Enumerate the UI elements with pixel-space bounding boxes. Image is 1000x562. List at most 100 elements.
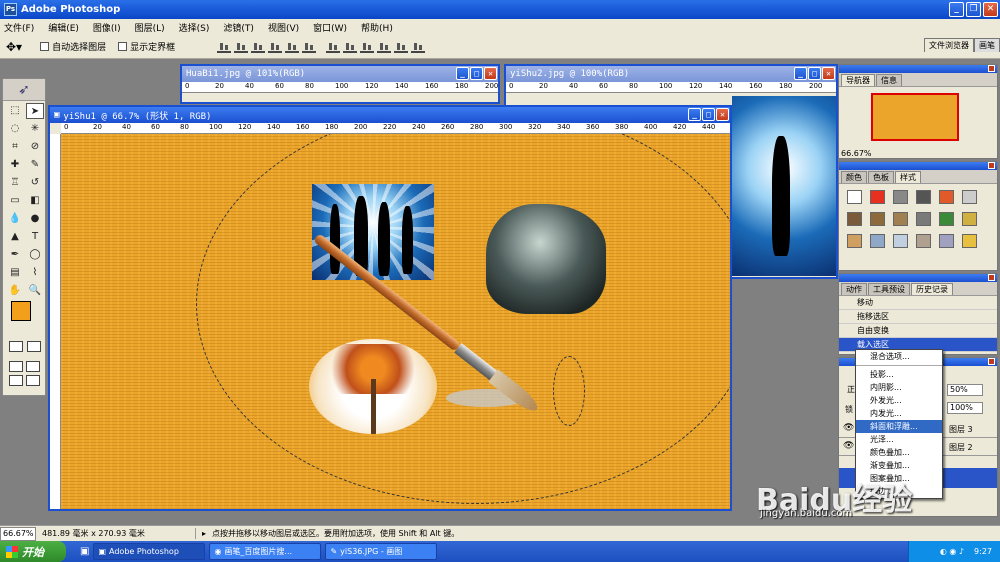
dodge-tool-icon[interactable]: ● <box>26 211 44 227</box>
magic-wand-tool-icon[interactable]: ✳ <box>26 121 44 137</box>
style-swatch[interactable] <box>870 212 885 226</box>
style-swatch[interactable] <box>939 190 954 204</box>
blur-tool-icon[interactable]: 💧 <box>6 211 24 227</box>
distribute-left-icon[interactable] <box>377 41 392 53</box>
menu-item-2[interactable]: 图像(I) <box>93 21 121 34</box>
start-button[interactable]: 开始 <box>0 541 66 562</box>
context-menu-item-8[interactable]: 渐变叠加... <box>856 459 942 472</box>
screen-mode-standard-icon[interactable] <box>9 361 23 372</box>
minimize-button[interactable]: _ <box>949 2 964 17</box>
close-button[interactable]: ✕ <box>983 2 998 17</box>
navigator-panel-bar[interactable] <box>839 65 997 73</box>
navigator-zoom[interactable]: 66.67% <box>841 149 872 158</box>
distribute-top-icon[interactable] <box>326 41 341 53</box>
context-menu-item-6[interactable]: 光泽... <box>856 433 942 446</box>
show-bounding-box-option[interactable]: 显示定界框 <box>118 40 175 53</box>
menu-item-4[interactable]: 选择(S) <box>179 21 210 34</box>
menu-item-6[interactable]: 视图(V) <box>268 21 299 34</box>
jump-to-imageready-icon[interactable] <box>26 375 40 386</box>
clone-stamp-icon[interactable]: ♖ <box>6 175 24 191</box>
swatches-close-icon[interactable] <box>988 162 995 169</box>
window-yishu1-title-bar[interactable]: ▣ yiShu1 @ 66.7% (形状 1, RGB) _ □ ✕ <box>50 107 730 123</box>
tab-history[interactable]: 历史记录 <box>911 283 953 295</box>
bounding-box-checkbox[interactable] <box>118 42 128 51</box>
style-swatch[interactable] <box>893 234 908 248</box>
brush-tool-icon[interactable]: ✎ <box>26 157 44 173</box>
menu-item-7[interactable]: 窗口(W) <box>313 21 347 34</box>
style-swatch[interactable] <box>962 190 977 204</box>
distribute-vcenter-icon[interactable] <box>343 41 358 53</box>
align-right-icon[interactable] <box>302 41 317 53</box>
style-swatch[interactable] <box>870 190 885 204</box>
tab-swatches[interactable]: 色板 <box>868 171 894 183</box>
tree-image[interactable] <box>309 339 437 434</box>
distribute-bottom-icon[interactable] <box>360 41 375 53</box>
style-swatch[interactable] <box>847 234 862 248</box>
context-menu-item-5[interactable]: 斜面和浮雕... <box>856 420 942 433</box>
tab-actions[interactable]: 动作 <box>841 283 867 295</box>
gradient-tool-icon[interactable]: ◧ <box>26 193 44 209</box>
style-swatch[interactable] <box>916 190 931 204</box>
window-huabi[interactable]: HuaBi1.jpg @ 101%(RGB) _ □ ✕ 0 20 40 60 80 10… <box>180 64 500 104</box>
yishu1-close-button[interactable]: ✕ <box>716 108 729 121</box>
context-menu-item-4[interactable]: 内发光... <box>856 407 942 420</box>
auto-select-checkbox[interactable] <box>40 42 50 51</box>
pen-tool-icon[interactable]: ✒ <box>6 247 24 263</box>
yishu2-close-button[interactable]: ✕ <box>822 67 835 80</box>
distribute-right-icon[interactable] <box>411 41 426 53</box>
style-swatch[interactable] <box>847 212 862 226</box>
style-swatch[interactable] <box>847 190 862 204</box>
navigator-close-icon[interactable] <box>988 65 995 72</box>
align-bottom-icon[interactable] <box>251 41 266 53</box>
window-yishu1[interactable]: ▣ yiShu1 @ 66.7% (形状 1, RGB) _ □ ✕ 0 20 40… <box>48 105 732 511</box>
style-swatch[interactable] <box>870 234 885 248</box>
history-item-move[interactable]: 移动 <box>839 296 997 310</box>
tab-info[interactable]: 信息 <box>876 74 902 86</box>
lasso-tool-icon[interactable]: ◌ <box>6 121 24 137</box>
menu-item-0[interactable]: 文件(F) <box>4 21 34 34</box>
history-item-drag-selection[interactable]: 拖移选区 <box>839 310 997 324</box>
crop-tool-icon[interactable]: ⌗ <box>6 139 24 155</box>
auto-select-layer-option[interactable]: 自动选择图层 <box>40 40 106 53</box>
history-panel-bar[interactable] <box>839 274 997 282</box>
menu-item-8[interactable]: 帮助(H) <box>361 21 393 34</box>
restore-button[interactable]: ❐ <box>966 2 981 17</box>
screen-mode-full-menu-icon[interactable] <box>26 361 40 372</box>
history-close-icon[interactable] <box>988 274 995 281</box>
tab-color[interactable]: 颜色 <box>841 171 867 183</box>
notes-tool-icon[interactable]: ▤ <box>6 265 24 281</box>
context-menu-item-1[interactable]: 投影... <box>856 368 942 381</box>
context-menu-item-3[interactable]: 外发光... <box>856 394 942 407</box>
file-browser-tab[interactable]: 文件浏览器 <box>924 38 974 52</box>
quicklaunch-icon[interactable]: ▣ <box>80 546 89 557</box>
type-tool-icon[interactable]: T <box>26 229 44 245</box>
huabi-maximize-button[interactable]: □ <box>470 67 483 80</box>
yishu1-maximize-button[interactable]: □ <box>702 108 715 121</box>
align-hcenter-icon[interactable] <box>285 41 300 53</box>
layer-opacity-field[interactable]: 50% <box>947 384 983 396</box>
navigator-thumbnail[interactable] <box>871 93 959 141</box>
menu-item-3[interactable]: 图层(L) <box>135 21 165 34</box>
eyedropper-tool-icon[interactable]: ⌇ <box>26 265 44 281</box>
dancers-image[interactable] <box>312 184 434 280</box>
zoom-tool-icon[interactable]: 🔍 <box>26 283 44 299</box>
window-huabi-title-bar[interactable]: HuaBi1.jpg @ 101%(RGB) _ □ ✕ <box>182 66 498 82</box>
canvas[interactable] <box>61 134 730 509</box>
marquee-tool-icon[interactable]: ⬚ <box>6 103 24 119</box>
style-swatch[interactable] <box>962 212 977 226</box>
yishu2-maximize-button[interactable]: □ <box>808 67 821 80</box>
rock-image[interactable] <box>486 204 606 314</box>
eraser-tool-icon[interactable]: ▭ <box>6 193 24 209</box>
status-zoom-field[interactable]: 66.67% <box>0 526 36 541</box>
task-photoshop[interactable]: ▣ Adobe Photoshop <box>93 543 206 560</box>
layer-fill-field[interactable]: 100% <box>947 402 983 414</box>
context-menu-item-2[interactable]: 内阴影... <box>856 381 942 394</box>
menu-item-1[interactable]: 编辑(E) <box>48 21 79 34</box>
path-select-icon[interactable]: ▲ <box>6 229 24 245</box>
slice-tool-icon[interactable]: ⊘ <box>26 139 44 155</box>
foreground-color-swatch[interactable] <box>11 301 31 321</box>
move-tool-icon[interactable]: ✥▾ <box>6 40 22 54</box>
style-swatch[interactable] <box>916 212 931 226</box>
menu-item-5[interactable]: 滤镜(T) <box>223 21 254 34</box>
healing-brush-icon[interactable]: ✚ <box>6 157 24 173</box>
